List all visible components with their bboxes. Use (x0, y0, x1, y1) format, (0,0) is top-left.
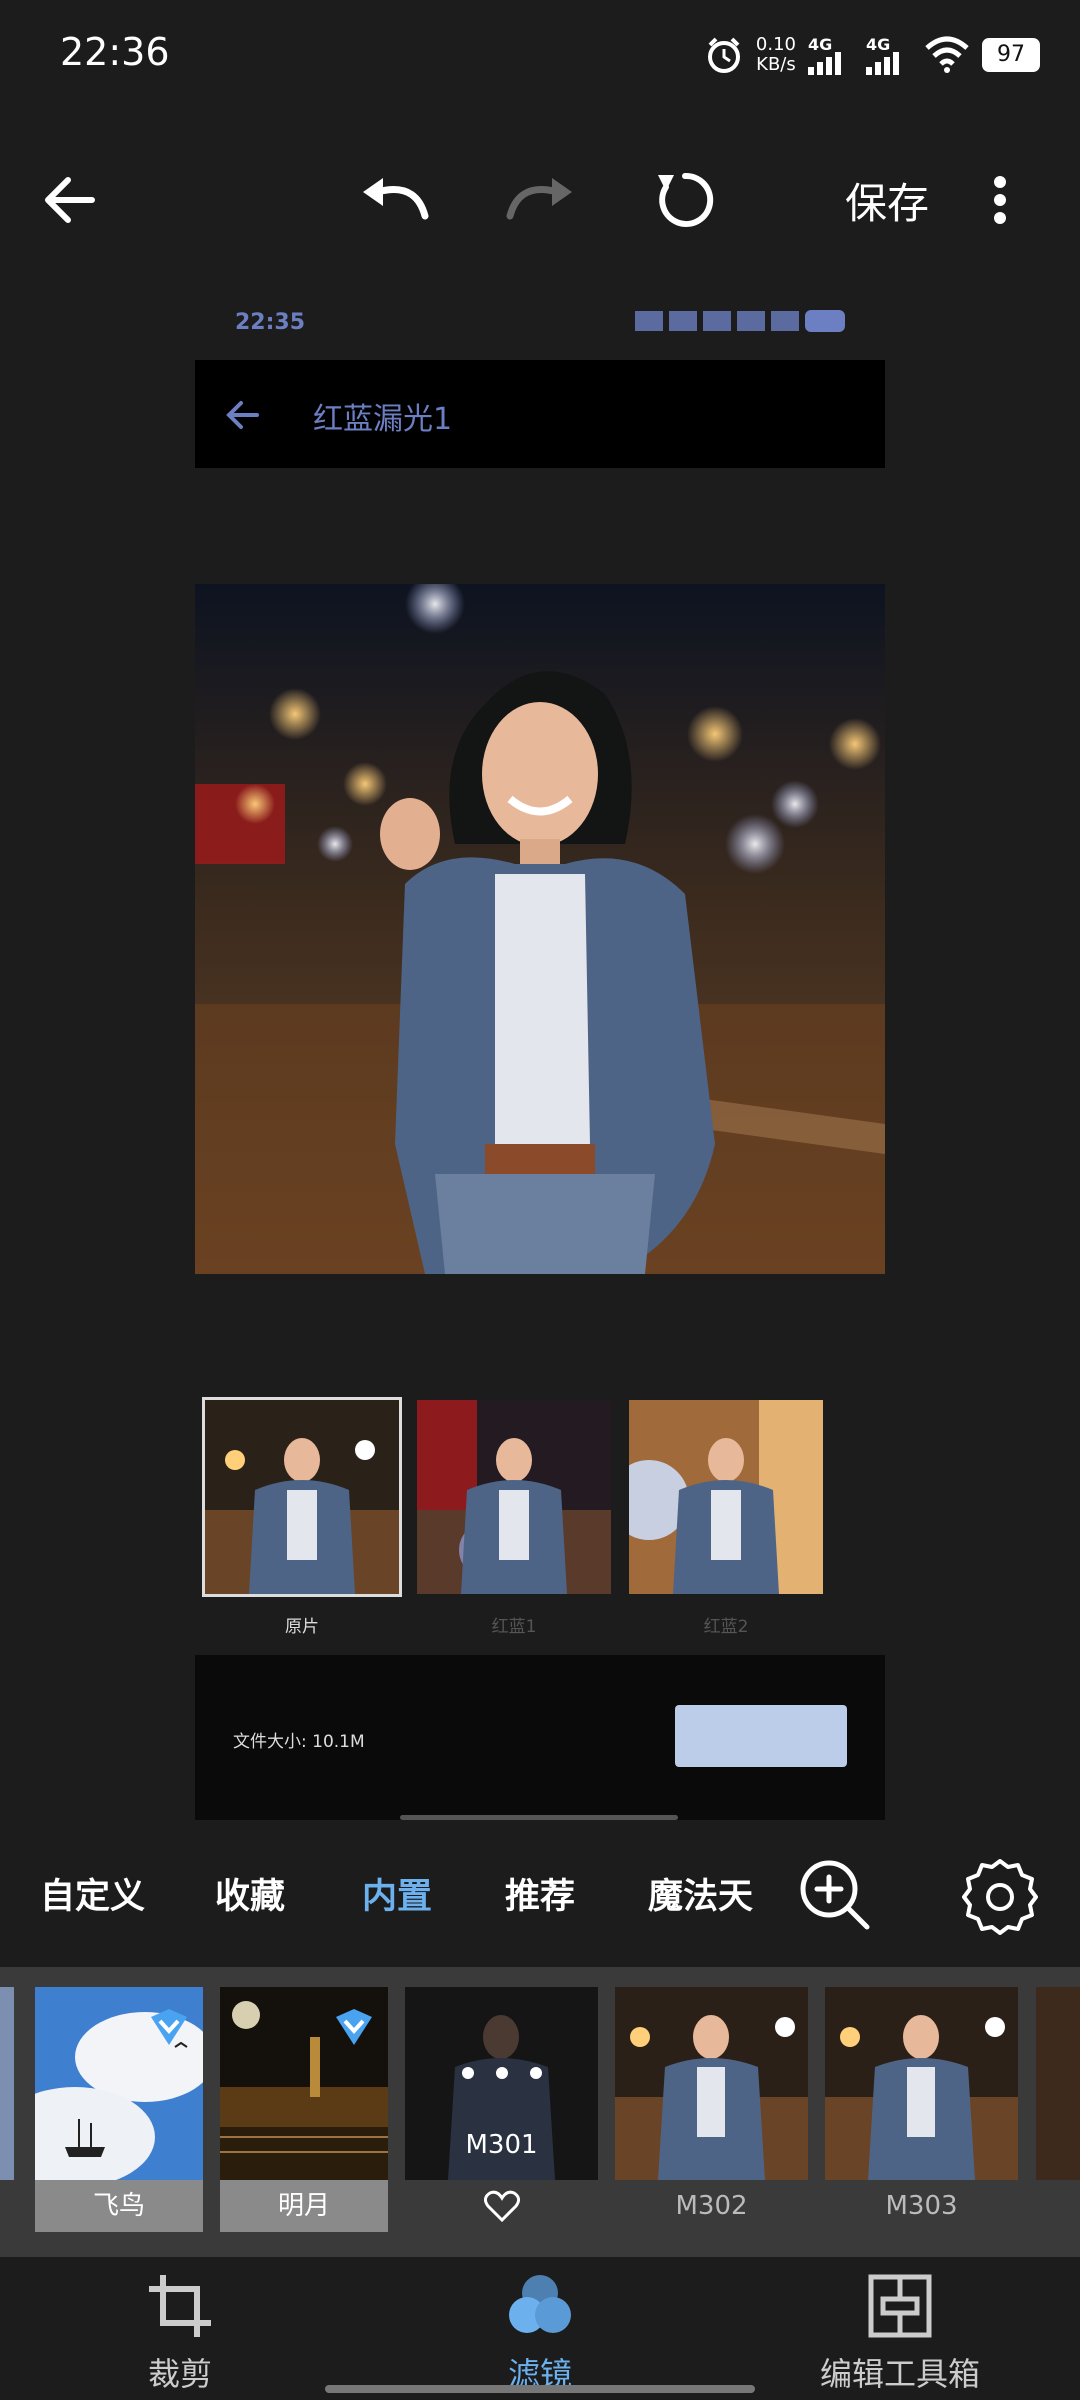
preview-wifi-icon (771, 311, 799, 331)
thumbnail-image (205, 1400, 399, 1594)
zoom-in-icon[interactable] (795, 1855, 875, 1935)
back-arrow-icon (45, 177, 95, 223)
tab-favorites[interactable]: 收藏 (215, 1868, 285, 1919)
toolbox-icon (868, 2274, 932, 2338)
nav-filter[interactable]: 滤镜 (410, 2271, 670, 2393)
preview-thumbnail-row: 原片 红蓝1 红蓝2 (202, 1397, 845, 1640)
wifi-icon (925, 36, 969, 73)
filter-thumbnail: M301 (405, 1987, 598, 2180)
preview-back-arrow-icon (226, 401, 259, 429)
home-indicator[interactable] (325, 2385, 755, 2393)
file-size-label: 文件大小: 10.1M (233, 1732, 365, 1752)
preview-status-time: 22:35 (235, 310, 306, 335)
filter-icon (509, 2275, 571, 2333)
preview-status-bar: 22:35 (195, 290, 885, 350)
preview-alarm-icon (635, 311, 663, 331)
tab-custom[interactable]: 自定义 (40, 1868, 145, 1919)
bottom-navigation: 裁剪 滤镜 编辑工具箱 (0, 2257, 1080, 2400)
filter-label: M303 (885, 2191, 958, 2221)
heart-shield-icon (336, 2009, 372, 2045)
gear-icon[interactable] (960, 1855, 1040, 1935)
thumbnail-label: 红蓝2 (703, 1617, 749, 1637)
filter-label: 明月 (220, 2180, 388, 2232)
thumbnail-label: 红蓝1 (491, 1617, 537, 1637)
nav-toolbox[interactable]: 编辑工具箱 (770, 2271, 1030, 2393)
preview-title: 红蓝漏光1 (313, 402, 453, 437)
filter-card-partial[interactable] (1036, 1987, 1080, 2180)
more-dot (994, 212, 1006, 224)
filter-label: M302 (675, 2191, 748, 2221)
preview-thumbnail-red-blue-1[interactable] (417, 1400, 611, 1594)
crop-handle[interactable] (400, 1815, 678, 1820)
filter-card-m302[interactable]: M302 (615, 1987, 808, 2232)
redo-button[interactable] (495, 150, 585, 250)
net-speed-value: 0.10 (755, 34, 796, 55)
portrait-thumbnail-image (615, 1987, 808, 2180)
preview-thumbnail-red-blue-2[interactable] (629, 1400, 823, 1594)
editor-toolbar: 保存 (0, 150, 1080, 250)
preview-speed-icon (669, 311, 697, 331)
filter-card-mingyue[interactable]: 明月 (220, 1987, 388, 2232)
image-canvas[interactable]: 22:35 红蓝漏光1 原片 红蓝1 红蓝2 文件大小: 10.1M (195, 290, 885, 1820)
preview-thumbnail-original[interactable] (202, 1397, 402, 1597)
status-icons: 0.10 KB/s 4G 4G 97 (704, 30, 1040, 80)
filter-strip[interactable]: 飞鸟 明月 M301 M302 M303 (0, 1967, 1080, 2257)
filter-card-feiniao[interactable]: 飞鸟 (35, 1987, 203, 2232)
redo-icon (506, 178, 572, 220)
alarm-icon (707, 37, 740, 73)
back-button[interactable] (25, 150, 115, 250)
reset-button[interactable] (640, 150, 730, 250)
nav-toolbox-label: 编辑工具箱 (819, 2355, 980, 2393)
portrait-thumbnail-image (825, 1987, 1018, 2180)
thumbnail-image (629, 1400, 823, 1594)
reset-icon (658, 172, 714, 227)
preview-signal-icon (737, 311, 765, 331)
filter-card-m303[interactable]: M303 (825, 1987, 1018, 2232)
signal-bars-icon (808, 52, 841, 75)
crop-icon (149, 2275, 211, 2337)
filter-label: M301 (465, 2130, 538, 2160)
filter-label: 飞鸟 (35, 2180, 203, 2232)
net-speed: 0.10 KB/s (756, 35, 796, 75)
undo-icon (363, 178, 429, 220)
net-speed-unit: KB/s (756, 54, 796, 75)
filter-thumbnail (615, 1987, 808, 2180)
filter-card-m301[interactable]: M301 (405, 1987, 598, 2232)
battery-indicator: 97 (982, 38, 1040, 72)
filter-card-partial[interactable] (0, 1987, 14, 2180)
more-options-button[interactable] (975, 170, 1025, 230)
preview-header: 红蓝漏光1 (195, 360, 885, 468)
status-time: 22:36 (60, 30, 170, 74)
more-dot (994, 194, 1006, 206)
save-button[interactable]: 保存 (845, 170, 929, 231)
more-dot (994, 176, 1006, 188)
main-photo (195, 584, 885, 1274)
options-dots-icon (405, 2067, 598, 2079)
preview-status-icons (635, 310, 845, 332)
tab-recommended[interactable]: 推荐 (505, 1868, 575, 1919)
thumbnail-image (417, 1400, 611, 1594)
nav-crop[interactable]: 裁剪 (50, 2271, 310, 2393)
preview-signal-icon (703, 311, 731, 331)
portrait-photo-image (195, 584, 885, 1274)
thumbnail-label: 原片 (285, 1617, 319, 1637)
filter-thumbnail (825, 1987, 1018, 2180)
tab-magic-sky[interactable]: 魔法天 (648, 1868, 753, 1919)
filter-thumbnail (35, 1987, 203, 2180)
signal-1: 4G (808, 35, 854, 75)
preview-save-button (675, 1705, 847, 1767)
nav-crop-label: 裁剪 (147, 2355, 212, 2393)
tab-builtin[interactable]: 内置 (362, 1868, 432, 1919)
preview-battery-icon (805, 310, 845, 332)
favorite-button[interactable] (405, 2180, 598, 2232)
heart-icon (483, 2190, 520, 2223)
status-bar: 22:36 0.10 KB/s 4G 4G 97 (0, 0, 1080, 110)
filter-category-tabs: 自定义 收藏 内置 推荐 魔法天 (0, 1850, 1080, 1940)
preview-footer: 文件大小: 10.1M (195, 1655, 885, 1820)
signal-2: 4G (866, 35, 912, 75)
heart-shield-icon (151, 2009, 187, 2045)
signal-bars-icon (866, 52, 899, 75)
filter-thumbnail (220, 1987, 388, 2180)
undo-button[interactable] (350, 150, 440, 250)
